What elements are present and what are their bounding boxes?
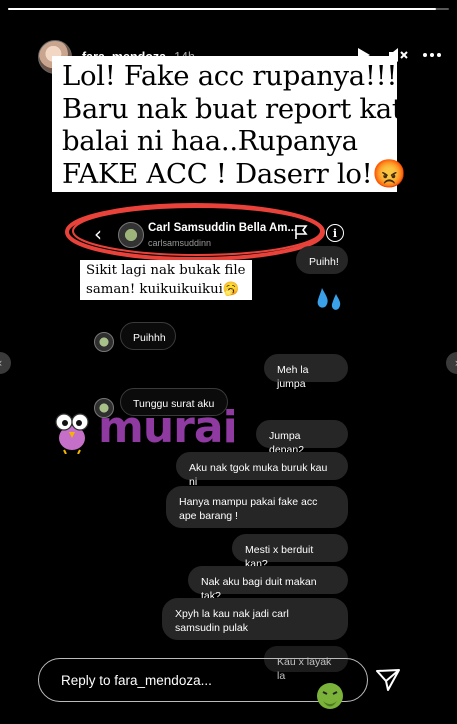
message-bubble-sent[interactable]: Mesti x berduit kan? [232, 534, 348, 570]
note-line: saman! kuikuikuikui🥱 [86, 281, 240, 297]
caption-line: FAKE ACC ! Daserr lo!😡 [62, 157, 407, 190]
murai-watermark-logo: murai [52, 402, 242, 456]
dm-avatar[interactable] [118, 222, 144, 248]
info-icon[interactable]: i [326, 224, 344, 242]
message-bubble-sent[interactable]: Jumpa depan2 [256, 420, 348, 456]
message-bubble-sent[interactable]: Meh la jumpa [264, 354, 348, 390]
send-icon[interactable] [374, 666, 402, 694]
dm-contact-handle: carlsamsuddinn [148, 238, 212, 248]
story-viewer: fara_mendoza 14h Lol! Fake acc rupanya!!… [0, 0, 457, 724]
message-bubble-received[interactable]: Puihhh [120, 322, 176, 350]
dm-contact-name[interactable]: Carl Samsuddin Bella Am... [148, 222, 297, 234]
message-bubble-sent[interactable]: Aku nak tgok muka buruk kau ni [176, 452, 348, 488]
murai-wordmark: murai [98, 402, 238, 453]
message-bubble-sent[interactable]: Puihh! [296, 246, 348, 274]
story-progress-bar [8, 8, 449, 10]
sender-avatar [94, 332, 114, 352]
chevron-left-icon[interactable]: ‹ [94, 222, 102, 246]
story-progress-fill [8, 8, 436, 10]
message-bubble-sent[interactable]: Nak aku bagi duit makan tak? [188, 566, 348, 602]
message-bubble-sent[interactable]: Xpyh la kau nak jadi carl samsudin pulak [162, 598, 348, 640]
sticker-note: Sikit lagi nak bukak file saman! kuikuik… [80, 260, 252, 300]
flag-icon[interactable] [294, 224, 308, 245]
sweat-drops-emoji [317, 288, 341, 310]
caption-line: balai ni haa..Rupanya [62, 125, 358, 157]
note-line: Sikit lagi nak bukak file [86, 263, 246, 278]
story-caption: Lol! Fake acc rupanya!!! Baru nak buat r… [52, 56, 407, 192]
reply-placeholder: Reply to fara_mendoza... [61, 672, 212, 688]
bird-mascot-icon [55, 413, 89, 454]
caption-line: Lol! Fake acc rupanya!!! [62, 60, 398, 92]
more-icon[interactable] [421, 44, 443, 66]
message-bubble-sent[interactable]: Hanya mampu pakai fake acc ape barang ! [166, 486, 348, 528]
nauseated-face-emoji [317, 683, 343, 709]
caption-line: Baru nak buat report kat [62, 92, 403, 125]
